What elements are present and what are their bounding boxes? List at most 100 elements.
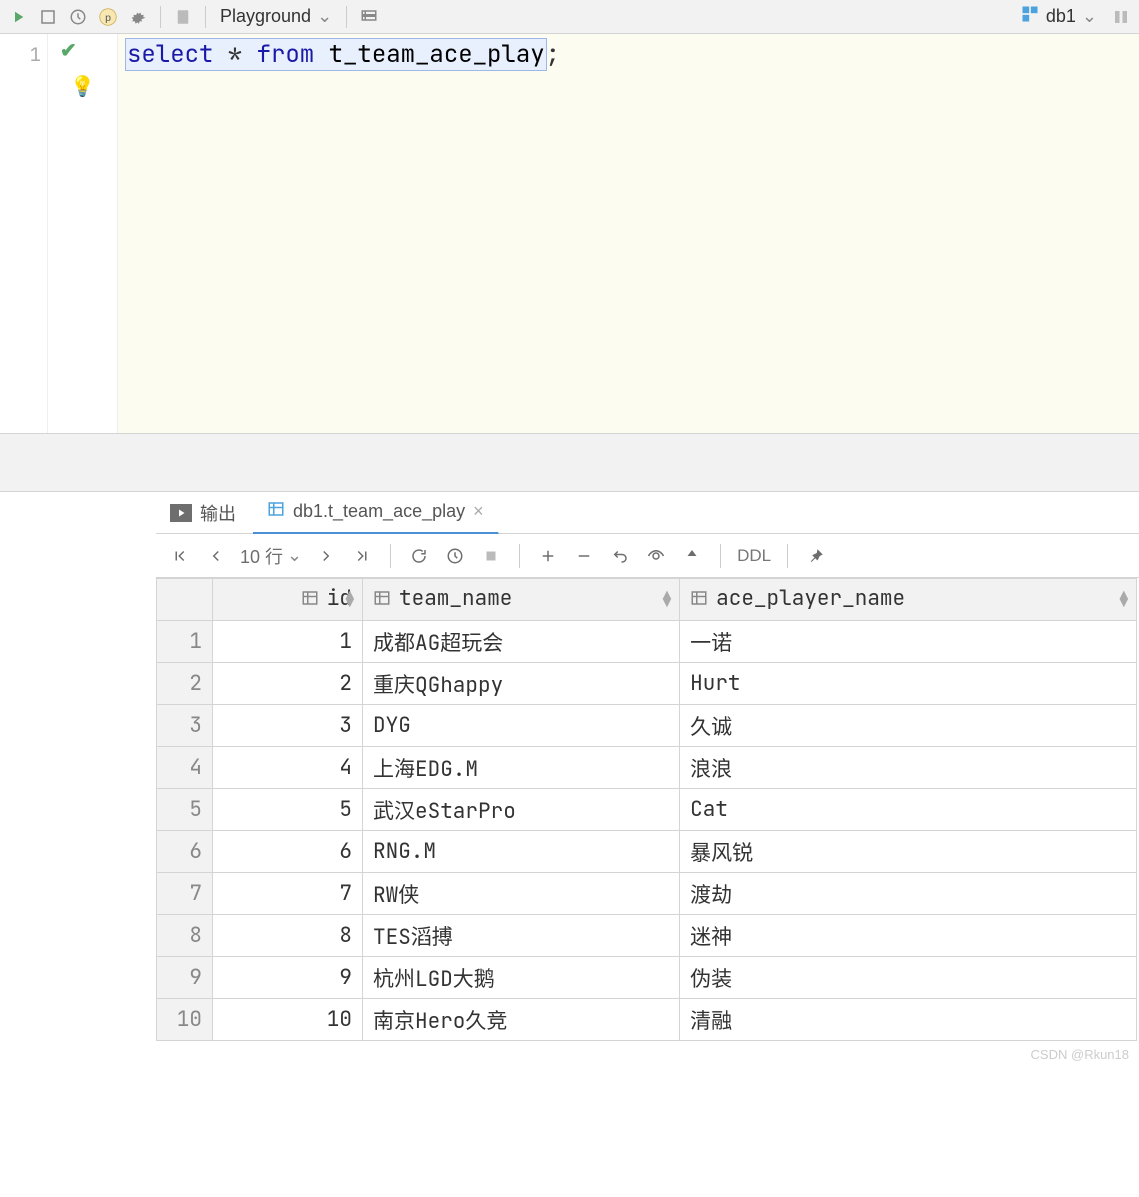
cell-id[interactable]: 7 — [213, 873, 363, 915]
table-row[interactable]: 33DYG久诚 — [157, 705, 1137, 747]
sql-star: * — [213, 39, 256, 70]
cell-ace-player-name[interactable]: 暴风锐 — [680, 831, 1137, 873]
add-row-button[interactable] — [532, 540, 564, 572]
cell-ace-player-name[interactable]: 渡劫 — [680, 873, 1137, 915]
table-row[interactable]: 77RW侠渡劫 — [157, 873, 1137, 915]
cell-ace-player-name[interactable]: 迷神 — [680, 915, 1137, 957]
cell-team-name[interactable]: DYG — [363, 705, 680, 747]
cell-team-name[interactable]: 杭州LGD大鹅 — [363, 957, 680, 999]
tab-output-label: 输出 — [200, 500, 236, 526]
cell-team-name[interactable]: RNG.M — [363, 831, 680, 873]
check-icon: ✔ — [60, 38, 77, 63]
reload-button[interactable] — [403, 540, 435, 572]
cell-ace-player-name[interactable]: 伪装 — [680, 957, 1137, 999]
chevron-down-icon: ⌄ — [317, 6, 332, 27]
cell-ace-player-name[interactable]: 清融 — [680, 999, 1137, 1041]
tab-output[interactable]: 输出 — [156, 492, 251, 534]
preview-icon[interactable] — [640, 540, 672, 572]
datasource-selector[interactable]: db1 ⌄ — [1020, 4, 1105, 29]
schema-icon[interactable] — [355, 3, 383, 31]
cell-ace-player-name[interactable]: Cat — [680, 789, 1137, 831]
result-panel: 输出 db1.t_team_ace_play × 10 行 ⌄ DDL — [156, 492, 1139, 1068]
sort-icon[interactable]: ▲▼ — [663, 592, 671, 608]
sql-editor[interactable]: 1 ✔ 💡 select * from t_team_ace_play; — [0, 34, 1139, 434]
auto-reload-icon[interactable] — [439, 540, 471, 572]
next-page-button[interactable] — [310, 540, 342, 572]
cell-id[interactable]: 10 — [213, 999, 363, 1041]
table-row[interactable]: 44上海EDG.M浪浪 — [157, 747, 1137, 789]
first-page-button[interactable] — [164, 540, 196, 572]
col-id[interactable]: id ▲▼ — [213, 579, 363, 621]
remove-row-button[interactable] — [568, 540, 600, 572]
cell-team-name[interactable]: 上海EDG.M — [363, 747, 680, 789]
cell-ace-player-name[interactable]: 一诺 — [680, 621, 1137, 663]
sql-space — [314, 39, 328, 70]
explain-icon[interactable] — [34, 3, 62, 31]
table-header-row: id ▲▼ team_name ▲▼ ace_player_name ▲▼ — [157, 579, 1137, 621]
code-area[interactable]: select * from t_team_ace_play; — [118, 34, 1139, 433]
kw-select: select — [127, 39, 213, 70]
table-row[interactable]: 11成都AG超玩会一诺 — [157, 621, 1137, 663]
cell-team-name[interactable]: RW侠 — [363, 873, 680, 915]
cell-id[interactable]: 3 — [213, 705, 363, 747]
cell-ace-player-name[interactable]: Hurt — [680, 663, 1137, 705]
prev-page-button[interactable] — [200, 540, 232, 572]
cell-team-name[interactable]: 武汉eStarPro — [363, 789, 680, 831]
cell-id[interactable]: 9 — [213, 957, 363, 999]
table-row[interactable]: 88TES滔搏迷神 — [157, 915, 1137, 957]
bulb-icon[interactable]: 💡 — [70, 74, 95, 99]
sort-icon[interactable]: ▲▼ — [1120, 592, 1128, 608]
gutter: 1 — [0, 34, 48, 433]
cell-ace-player-name[interactable]: 久诚 — [680, 705, 1137, 747]
stop-button[interactable] — [475, 540, 507, 572]
column-icon — [690, 589, 708, 607]
settings-icon[interactable] — [124, 3, 152, 31]
rownum-header[interactable] — [157, 579, 213, 621]
cell-id[interactable]: 1 — [213, 621, 363, 663]
cell-id[interactable]: 5 — [213, 789, 363, 831]
cell-team-name[interactable]: 成都AG超玩会 — [363, 621, 680, 663]
cell-team-name[interactable]: 重庆QGhappy — [363, 663, 680, 705]
pin-icon[interactable] — [800, 540, 832, 572]
history-icon[interactable] — [64, 3, 92, 31]
marker-column: ✔ 💡 — [48, 34, 118, 433]
table-row[interactable]: 1010南京Hero久竞清融 — [157, 999, 1137, 1041]
datasource-label: db1 — [1046, 6, 1076, 27]
cell-ace-player-name[interactable]: 浪浪 — [680, 747, 1137, 789]
separator — [787, 544, 788, 568]
rownum-cell: 1 — [157, 621, 213, 663]
cell-id[interactable]: 6 — [213, 831, 363, 873]
submit-button[interactable] — [676, 540, 708, 572]
page-rows-selector[interactable]: 10 行 ⌄ — [236, 543, 306, 569]
table-row[interactable]: 22重庆QGhappyHurt — [157, 663, 1137, 705]
table-icon — [267, 500, 285, 523]
cell-id[interactable]: 8 — [213, 915, 363, 957]
cell-team-name[interactable]: 南京Hero久竞 — [363, 999, 680, 1041]
rownum-cell: 6 — [157, 831, 213, 873]
sort-icon[interactable]: ▲▼ — [346, 592, 354, 608]
table-row[interactable]: 55武汉eStarProCat — [157, 789, 1137, 831]
ddl-button[interactable]: DDL — [733, 546, 775, 566]
column-icon — [301, 589, 319, 607]
cell-team-name[interactable]: TES滔搏 — [363, 915, 680, 957]
result-table: id ▲▼ team_name ▲▼ ace_player_name ▲▼ 11… — [156, 578, 1137, 1041]
output-icon — [170, 504, 192, 522]
close-icon[interactable]: × — [473, 501, 484, 522]
console-tab[interactable]: Playground ⌄ — [214, 6, 338, 27]
sessions-icon[interactable] — [1107, 3, 1135, 31]
col-team-name[interactable]: team_name ▲▼ — [363, 579, 680, 621]
rownum-cell: 2 — [157, 663, 213, 705]
param-icon[interactable]: p — [94, 3, 122, 31]
table-row[interactable]: 66RNG.M暴风锐 — [157, 831, 1137, 873]
cell-id[interactable]: 4 — [213, 747, 363, 789]
col-ace-player-name[interactable]: ace_player_name ▲▼ — [680, 579, 1137, 621]
last-page-button[interactable] — [346, 540, 378, 572]
cell-id[interactable]: 2 — [213, 663, 363, 705]
tab-result-table[interactable]: db1.t_team_ace_play × — [253, 492, 499, 534]
splitter[interactable] — [0, 434, 1139, 492]
file-icon[interactable] — [169, 3, 197, 31]
run-button[interactable] — [4, 3, 32, 31]
revert-button[interactable] — [604, 540, 636, 572]
table-row[interactable]: 99杭州LGD大鹅伪装 — [157, 957, 1137, 999]
sql-table: t_team_ace_play — [329, 39, 545, 70]
